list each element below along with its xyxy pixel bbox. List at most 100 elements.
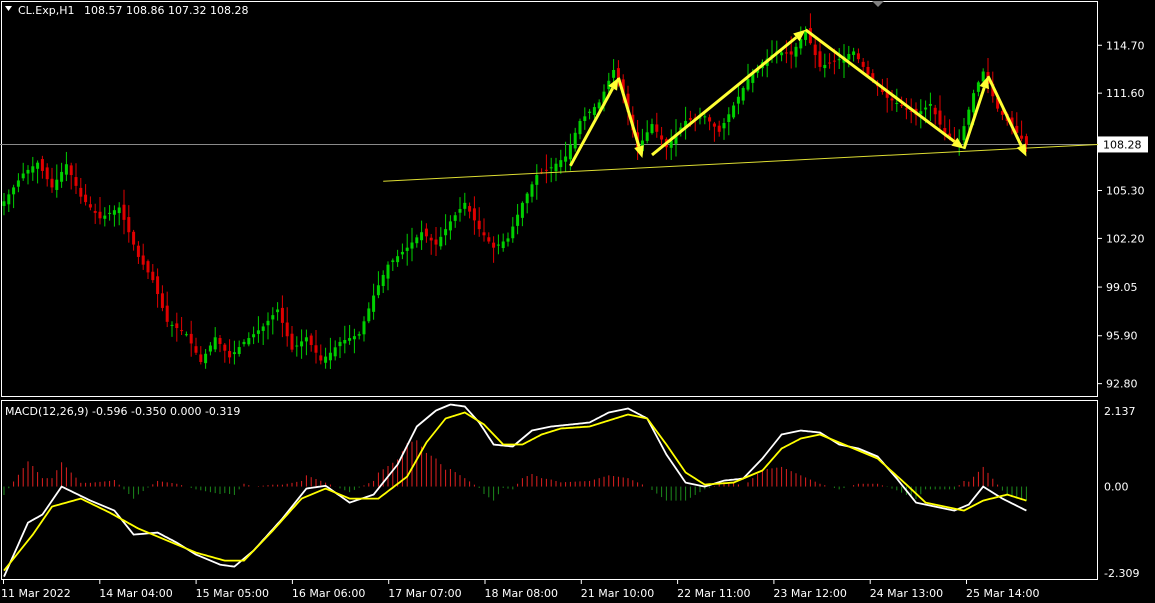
- time-label: 23 Mar 12:00: [773, 587, 846, 600]
- candle-body: [280, 307, 284, 323]
- candle-body: [45, 167, 49, 180]
- candle-body: [794, 46, 798, 57]
- candle-body: [93, 210, 97, 213]
- candle-body: [69, 165, 73, 176]
- candle-body: [967, 109, 971, 125]
- candle-body: [559, 160, 563, 168]
- candle-body: [151, 271, 155, 281]
- candle-body: [391, 260, 395, 262]
- macd-tick-label: 0.00: [1104, 481, 1129, 494]
- candle-body: [492, 242, 496, 248]
- candle-body: [525, 193, 529, 204]
- candle-body: [780, 52, 784, 56]
- time-label: 15 Mar 05:00: [196, 587, 269, 600]
- candle-body: [189, 333, 193, 344]
- candle-body: [247, 338, 251, 345]
- candle-body: [439, 236, 443, 247]
- candle-body: [832, 60, 836, 62]
- candle-body: [122, 204, 126, 220]
- time-label: 21 Mar 10:00: [581, 587, 654, 600]
- candle-body: [856, 53, 860, 60]
- candle-body: [12, 187, 16, 195]
- symbol-ohlc-label: CL.Exp,H1 108.57 108.86 107.32 108.28: [18, 4, 248, 17]
- candle-body: [583, 116, 587, 121]
- candle-body: [285, 322, 289, 337]
- candle-body: [588, 111, 592, 113]
- candle-body: [357, 334, 361, 336]
- candle-body: [813, 44, 817, 56]
- candle-body: [852, 51, 856, 55]
- candle-body: [170, 324, 174, 326]
- price-tick-label: 111.60: [1106, 87, 1145, 100]
- price-tick-label: 114.70: [1106, 39, 1145, 52]
- candle-body: [410, 242, 414, 249]
- time-label: 22 Mar 11:00: [677, 587, 750, 600]
- time-label: 14 Mar 04:00: [99, 587, 172, 600]
- candle-body: [597, 102, 601, 109]
- candle-body: [477, 220, 481, 230]
- candle-body: [717, 125, 721, 132]
- candle-body: [194, 346, 198, 353]
- candle-body: [295, 345, 299, 347]
- candle-body: [688, 118, 692, 120]
- candle-body: [468, 206, 472, 212]
- candle-body: [804, 31, 808, 40]
- candle-body: [180, 330, 184, 332]
- candle-body: [453, 215, 457, 221]
- candle-body: [103, 215, 107, 219]
- candle-body: [823, 64, 827, 69]
- price-tick-label: 95.90: [1106, 330, 1138, 343]
- candle-body: [895, 102, 899, 104]
- candle-body: [386, 264, 390, 279]
- candle-body: [208, 345, 212, 352]
- candle-body: [933, 107, 937, 115]
- candle-body: [50, 178, 54, 188]
- candle-body: [40, 159, 44, 171]
- candle-body: [928, 103, 932, 106]
- candle-body: [228, 351, 232, 358]
- candle-body: [108, 212, 112, 214]
- candle-body: [511, 226, 515, 239]
- candle-body: [516, 214, 520, 226]
- candle-body: [1024, 136, 1028, 145]
- candle-body: [204, 353, 208, 364]
- candle-body: [338, 341, 342, 347]
- candle-body: [376, 285, 380, 296]
- candle-body: [448, 221, 452, 231]
- price-chart[interactable]: 114.70111.60105.30102.2099.0595.9092.80 …: [0, 0, 1155, 603]
- candle-body: [232, 352, 236, 355]
- candle-body: [828, 62, 832, 64]
- candle-body: [372, 295, 376, 312]
- candle-body: [324, 356, 328, 363]
- candle-body: [732, 105, 736, 118]
- candle-body: [328, 352, 332, 361]
- candle-body: [141, 255, 145, 265]
- candle-body: [127, 217, 131, 233]
- candle-body: [472, 208, 476, 221]
- candle-body: [55, 179, 59, 190]
- candle-body: [266, 320, 270, 326]
- candle-body: [837, 59, 841, 61]
- candle-body: [444, 229, 448, 236]
- candle-body: [1020, 135, 1024, 139]
- candle-body: [424, 228, 428, 237]
- time-label: 11 Mar 2022: [1, 587, 71, 600]
- candle-body: [74, 177, 78, 186]
- candle-body: [26, 169, 30, 174]
- candle-body: [890, 98, 894, 101]
- candle-body: [184, 334, 188, 336]
- candle-body: [573, 132, 577, 149]
- candle-body: [727, 114, 731, 123]
- candle-body: [429, 237, 433, 241]
- candle-body: [981, 71, 985, 82]
- candle-body: [175, 323, 179, 329]
- candle-body: [84, 194, 88, 203]
- candle-body: [924, 107, 928, 110]
- candle-body: [98, 211, 102, 219]
- candle-body: [7, 194, 11, 205]
- candle-body: [261, 326, 265, 331]
- candle-body: [415, 237, 419, 244]
- time-label: 25 Mar 14:00: [966, 587, 1039, 600]
- candle-body: [2, 201, 6, 206]
- macd-tick-label: -2.309: [1104, 567, 1139, 580]
